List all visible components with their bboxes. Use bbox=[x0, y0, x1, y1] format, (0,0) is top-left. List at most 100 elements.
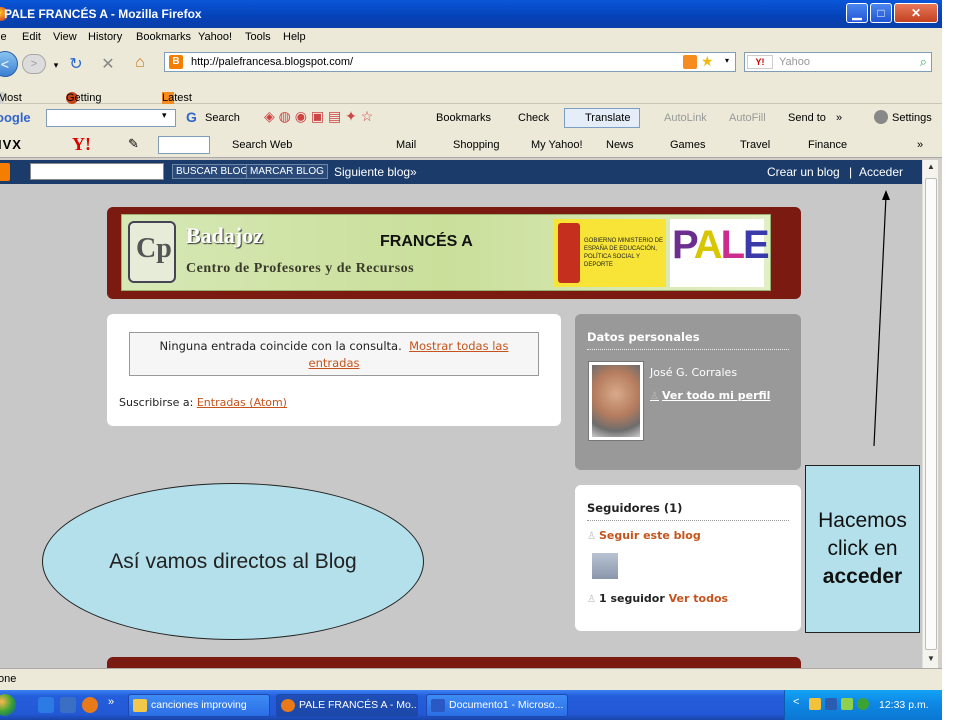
google-field-dropdown-icon[interactable]: ▾ bbox=[162, 110, 167, 121]
bookmarks-toolbar: Most Visited Getting Started Latest Head… bbox=[0, 80, 942, 116]
rss-icon[interactable] bbox=[683, 55, 697, 69]
scrollbar-thumb[interactable] bbox=[925, 178, 937, 650]
clock[interactable]: 12:33 p.m. bbox=[879, 699, 929, 711]
back-arrow-icon[interactable]: < bbox=[0, 51, 18, 77]
url-bar[interactable]: B http://palefrancesa.blogspot.com/ ★ ▾ bbox=[164, 52, 736, 72]
yahoo-mail-button[interactable]: Mail bbox=[396, 139, 416, 151]
minimize-button[interactable]: ▁ bbox=[846, 3, 868, 23]
next-section-frame bbox=[107, 657, 801, 668]
stop-icon[interactable]: ✕ bbox=[98, 54, 118, 74]
search-web-button[interactable]: Search Web bbox=[232, 139, 292, 151]
window-title-bar[interactable]: PALE FRANCÉS A - Mozilla Firefox ▁ □ ✕ bbox=[0, 0, 942, 28]
followers-widget: Seguidores (1) ♙ Seguir este blog ♙ 1 segu… bbox=[575, 485, 801, 631]
follower-avatar[interactable] bbox=[592, 553, 618, 579]
firefox-icon bbox=[281, 699, 295, 712]
status-bar: one bbox=[0, 668, 942, 690]
toolbar-icon-strip[interactable]: ◈ ◍ ◉ ▣ ▤ ✦ ☆ bbox=[264, 108, 373, 125]
yahoo-logo[interactable]: Y! bbox=[72, 134, 91, 155]
task-word[interactable]: Documento1 - Microso... bbox=[426, 694, 568, 717]
translate-button[interactable]: Translate bbox=[564, 108, 640, 128]
autofill-button[interactable]: AutoFill bbox=[729, 112, 766, 124]
google-more-chevron[interactable]: » bbox=[836, 112, 842, 124]
tray-icon-2[interactable] bbox=[825, 698, 837, 710]
status-text: one bbox=[0, 673, 17, 685]
divx-logo[interactable]: IVX bbox=[0, 137, 22, 152]
quicklaunch-more-chevron[interactable]: » bbox=[108, 696, 114, 708]
tray-icon-4[interactable] bbox=[857, 698, 869, 710]
folder-icon bbox=[133, 699, 147, 712]
task-firefox[interactable]: PALE FRANCÉS A - Mo... bbox=[276, 694, 418, 717]
forward-arrow-icon[interactable]: > bbox=[22, 54, 46, 74]
no-match-notice: Ninguna entrada coincide con la consulta… bbox=[129, 332, 539, 376]
url-dropdown-icon[interactable]: ▾ bbox=[725, 56, 729, 65]
scroll-down-arrow-icon[interactable]: ▼ bbox=[925, 654, 937, 666]
start-button[interactable] bbox=[0, 694, 16, 716]
spell-check-button[interactable]: Check bbox=[518, 112, 549, 124]
view-profile-link[interactable]: ♙ Ver todo mi perfil bbox=[650, 389, 770, 402]
pencil-icon[interactable]: ✎ bbox=[128, 136, 139, 152]
windows-taskbar: » canciones improving PALE FRANCÉS A - M… bbox=[0, 690, 942, 720]
cpr-logo: Cp bbox=[128, 221, 176, 283]
followers-heading: Seguidores (1) bbox=[587, 501, 683, 515]
home-icon[interactable]: ⌂ bbox=[130, 54, 150, 72]
atom-feed-link[interactable]: Entradas (Atom) bbox=[197, 396, 287, 409]
buscar-blog-button[interactable]: BUSCAR BLOG bbox=[172, 164, 253, 179]
follow-blog-link[interactable]: ♙ Seguir este blog bbox=[587, 529, 701, 542]
blogger-favicon-icon: B bbox=[169, 55, 183, 69]
google-search-input[interactable] bbox=[46, 109, 176, 127]
marcar-blog-button[interactable]: MARCAR BLOG bbox=[246, 164, 328, 179]
yahoo-travel-button[interactable]: Travel bbox=[740, 139, 770, 151]
menu-view[interactable]: View bbox=[53, 31, 77, 43]
yahoo-shopping-button[interactable]: Shopping bbox=[453, 139, 500, 151]
acceder-link[interactable]: Acceder bbox=[859, 165, 903, 179]
show-desktop-icon[interactable] bbox=[60, 697, 76, 713]
search-placeholder: Yahoo bbox=[779, 56, 810, 68]
tray-expand-arrow[interactable]: < bbox=[793, 696, 799, 708]
blog-search-input[interactable] bbox=[30, 163, 164, 180]
yahoo-news-button[interactable]: News bbox=[606, 139, 634, 151]
close-button[interactable]: ✕ bbox=[894, 3, 938, 23]
menu-edit[interactable]: Edit bbox=[22, 31, 41, 43]
search-icon[interactable]: ⌕ bbox=[920, 54, 927, 70]
yahoo-more-chevron[interactable]: » bbox=[917, 139, 923, 151]
google-toolbar: oogle ▾ G Search Bookmarks Check Transla… bbox=[0, 104, 942, 132]
yahoo-games-button[interactable]: Games bbox=[670, 139, 705, 151]
send-to-button[interactable]: Send to bbox=[788, 112, 826, 124]
settings-icon[interactable] bbox=[874, 110, 888, 124]
task-canciones[interactable]: canciones improving bbox=[128, 694, 270, 717]
create-blog-link[interactable]: Crear un blog bbox=[767, 165, 840, 179]
menu-history[interactable]: History bbox=[88, 31, 122, 43]
profile-photo[interactable] bbox=[588, 361, 644, 441]
ie-icon[interactable] bbox=[38, 697, 54, 713]
bookmark-star-icon[interactable]: ★ bbox=[701, 53, 714, 70]
google-search-button[interactable]: Search bbox=[205, 112, 240, 124]
vertical-scrollbar[interactable]: ▲ ▼ bbox=[922, 160, 938, 668]
network-icon[interactable] bbox=[841, 698, 853, 710]
menu-yahoo[interactable]: Yahoo! bbox=[198, 31, 232, 43]
menu-help[interactable]: Help bbox=[283, 31, 306, 43]
google-bookmarks-button[interactable]: Bookmarks bbox=[436, 112, 491, 124]
settings-button[interactable]: Settings bbox=[892, 112, 932, 124]
reload-icon[interactable]: ↻ bbox=[66, 54, 86, 74]
yahoo-finance-button[interactable]: Finance bbox=[808, 139, 847, 151]
maximize-button[interactable]: □ bbox=[870, 3, 892, 23]
gobierno-logo: GOBIERNO MINISTERIO DE ESPAÑA DE EDUCACI… bbox=[554, 219, 666, 287]
yahoo-engine-icon[interactable]: Y! bbox=[747, 55, 773, 69]
view-all-followers-link[interactable]: Ver todos bbox=[669, 592, 728, 605]
scroll-up-arrow-icon[interactable]: ▲ bbox=[925, 162, 937, 174]
search-box[interactable]: Y! Yahoo ⌕ bbox=[744, 52, 932, 72]
annotation-callout: Hacemos click en acceder bbox=[805, 465, 920, 633]
history-dropdown-icon[interactable]: ▾ bbox=[46, 60, 66, 71]
menu-bookmarks[interactable]: Bookmarks bbox=[136, 31, 191, 43]
autolink-button[interactable]: AutoLink bbox=[664, 112, 707, 124]
blogger-logo-icon[interactable] bbox=[0, 163, 10, 181]
blog-banner[interactable]: Cp Badajoz Centro de Profesores y de Rec… bbox=[121, 214, 771, 291]
next-blog-link[interactable]: Siguiente blog» bbox=[334, 165, 417, 179]
firefox-quicklaunch-icon[interactable] bbox=[82, 697, 98, 713]
yahoo-search-input[interactable] bbox=[158, 136, 210, 154]
menu-file[interactable]: le bbox=[0, 31, 7, 43]
tray-icon-1[interactable] bbox=[809, 698, 821, 710]
google-g-icon: G bbox=[186, 109, 197, 125]
my-yahoo-button[interactable]: My Yahoo! bbox=[531, 139, 583, 151]
menu-tools[interactable]: Tools bbox=[245, 31, 271, 43]
